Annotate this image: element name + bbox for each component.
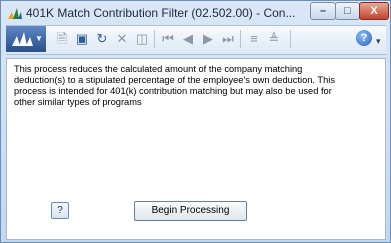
last-record-icon[interactable]: ⏭: [220, 31, 236, 47]
close-icon: X: [370, 5, 378, 17]
cut-icon[interactable]: ◫: [134, 31, 150, 47]
chevron-down-icon: ▼: [35, 34, 43, 43]
toolbar-separator: [154, 30, 155, 48]
next-record-icon[interactable]: ▶: [200, 31, 216, 47]
process-panel: This process reduces the calculated amou…: [6, 58, 386, 240]
toolbar: ▼ 🗎 ▣ ↻ ✕ ◫ ⏮ ◀ ▶ ⏭ ≡ ≜ ? ▾: [6, 25, 386, 55]
toolbar-separator: [240, 30, 241, 48]
delete-icon[interactable]: ✕: [114, 31, 130, 47]
title-bar[interactable]: 401K Match Contribution Filter (02.502.0…: [1, 1, 390, 25]
process-description: This process reduces the calculated amou…: [14, 64, 335, 107]
first-record-icon[interactable]: ⏮: [160, 31, 176, 47]
save-icon[interactable]: ▣: [74, 31, 90, 47]
minimize-button[interactable]: –: [310, 2, 336, 20]
refresh-icon[interactable]: ↻: [94, 31, 110, 47]
app-menu-icon: [12, 32, 33, 46]
help-icon[interactable]: ?: [356, 30, 372, 46]
close-button[interactable]: X: [359, 2, 389, 20]
minimize-icon: –: [319, 5, 327, 17]
maximize-icon: □: [344, 5, 351, 17]
maximize-button[interactable]: □: [335, 2, 360, 20]
new-icon[interactable]: 🗎: [54, 31, 70, 47]
app-menu-button[interactable]: ▼: [6, 26, 46, 52]
insert-icon[interactable]: ≡: [246, 31, 262, 47]
help-button[interactable]: ?: [51, 202, 69, 219]
begin-processing-button[interactable]: Begin Processing: [134, 201, 247, 221]
clear-icon[interactable]: ≜: [266, 31, 282, 47]
toolbar-overflow-icon[interactable]: ▾: [376, 36, 381, 47]
window-title: 401K Match Contribution Filter (02.502.0…: [26, 6, 296, 20]
app-logo-icon: [8, 8, 22, 19]
previous-record-icon[interactable]: ◀: [180, 31, 196, 47]
app-window: 401K Match Contribution Filter (02.502.0…: [0, 0, 391, 243]
toolbar-separator: [290, 30, 291, 48]
